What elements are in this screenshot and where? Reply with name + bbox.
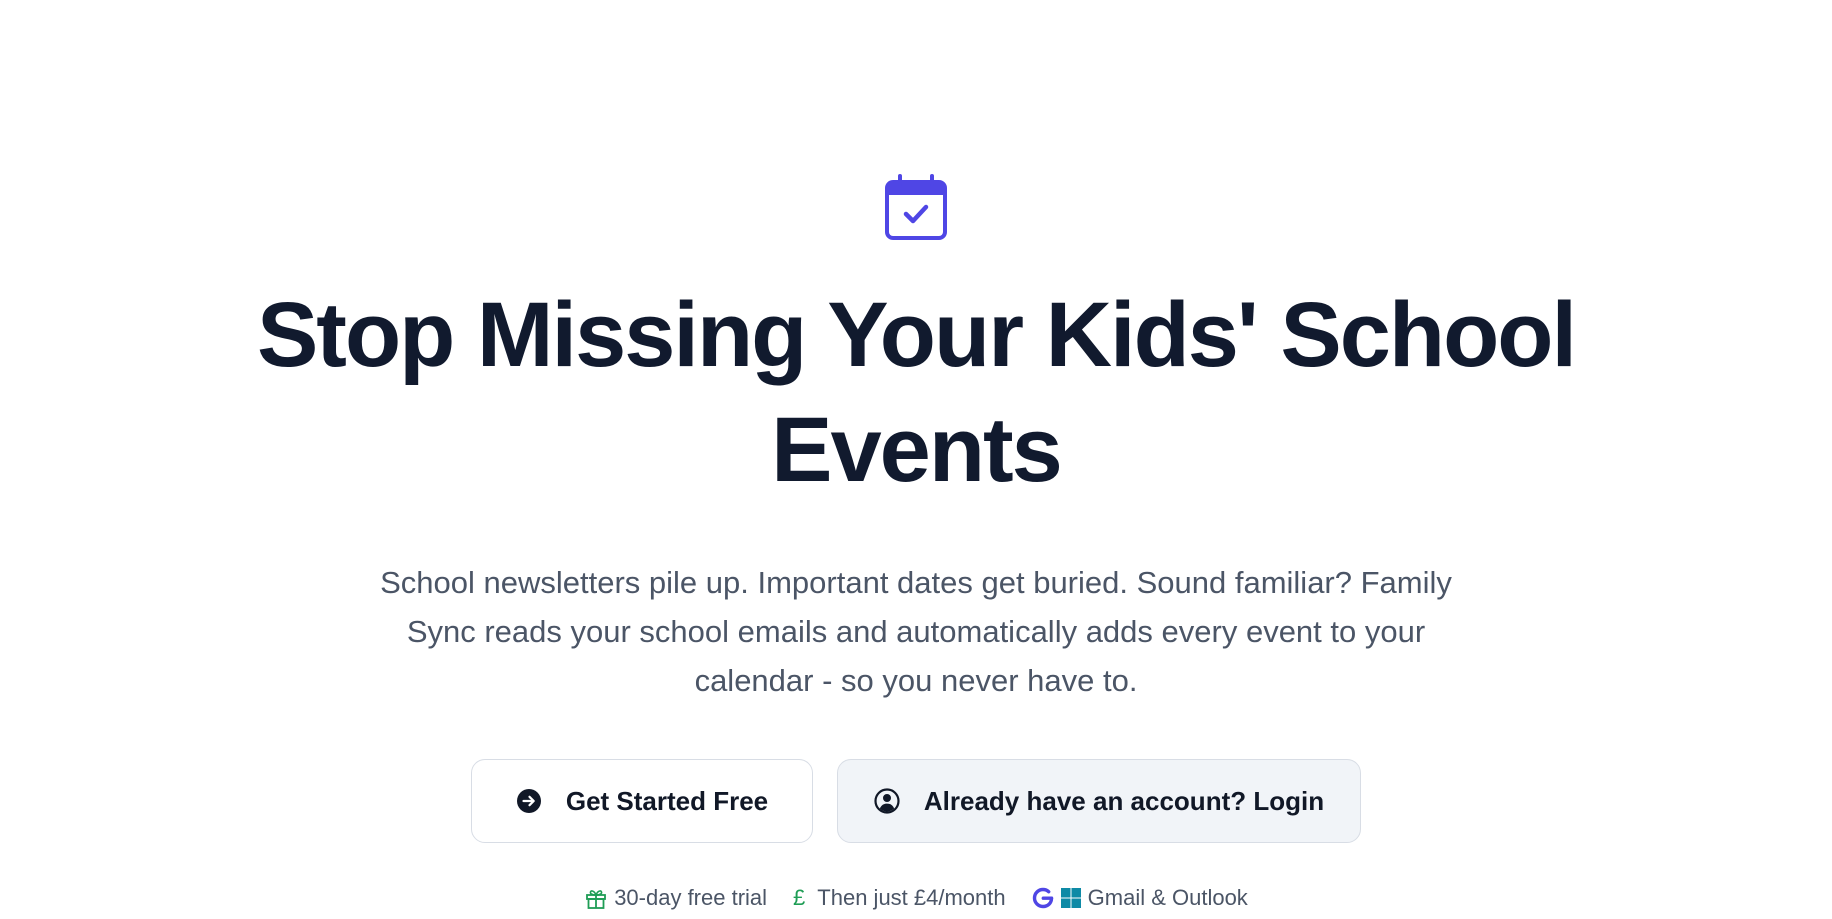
- cta-group: Get Started Free Already have an account…: [471, 759, 1361, 843]
- calendar-check-icon: [878, 168, 954, 244]
- google-icon: [1032, 887, 1054, 909]
- pound-icon: £: [793, 885, 806, 910]
- hero-subtitle: School newsletters pile up. Important da…: [380, 565, 1452, 698]
- page-title: Stop Missing Your Kids' School Events: [256, 284, 1577, 501]
- feature-free-trial: 30-day free trial: [584, 885, 767, 911]
- feature-list: 30-day free trial £ Then just £4/month G…: [584, 885, 1248, 911]
- hero-section: Stop Missing Your Kids' School Events Sc…: [0, 0, 1832, 911]
- windows-icon: [1060, 887, 1082, 909]
- feature-pricing: £ Then just £4/month: [793, 885, 1006, 911]
- feature-pricing-label: Then just £4/month: [817, 885, 1006, 910]
- landing-page: Stop Missing Your Kids' School Events Sc…: [0, 0, 1832, 919]
- arrow-right-circle-icon: [516, 788, 542, 814]
- feature-providers: Gmail & Outlook: [1032, 885, 1248, 911]
- get-started-button[interactable]: Get Started Free: [471, 759, 813, 843]
- gift-icon: [584, 886, 608, 910]
- get-started-label: Get Started Free: [565, 785, 769, 816]
- login-button[interactable]: Already have an account? Login: [837, 759, 1361, 843]
- login-label: Already have an account? Login: [923, 785, 1325, 816]
- user-circle-icon: [874, 788, 900, 814]
- feature-providers-label: Gmail & Outlook: [1087, 885, 1248, 910]
- feature-free-trial-label: 30-day free trial: [614, 885, 768, 910]
